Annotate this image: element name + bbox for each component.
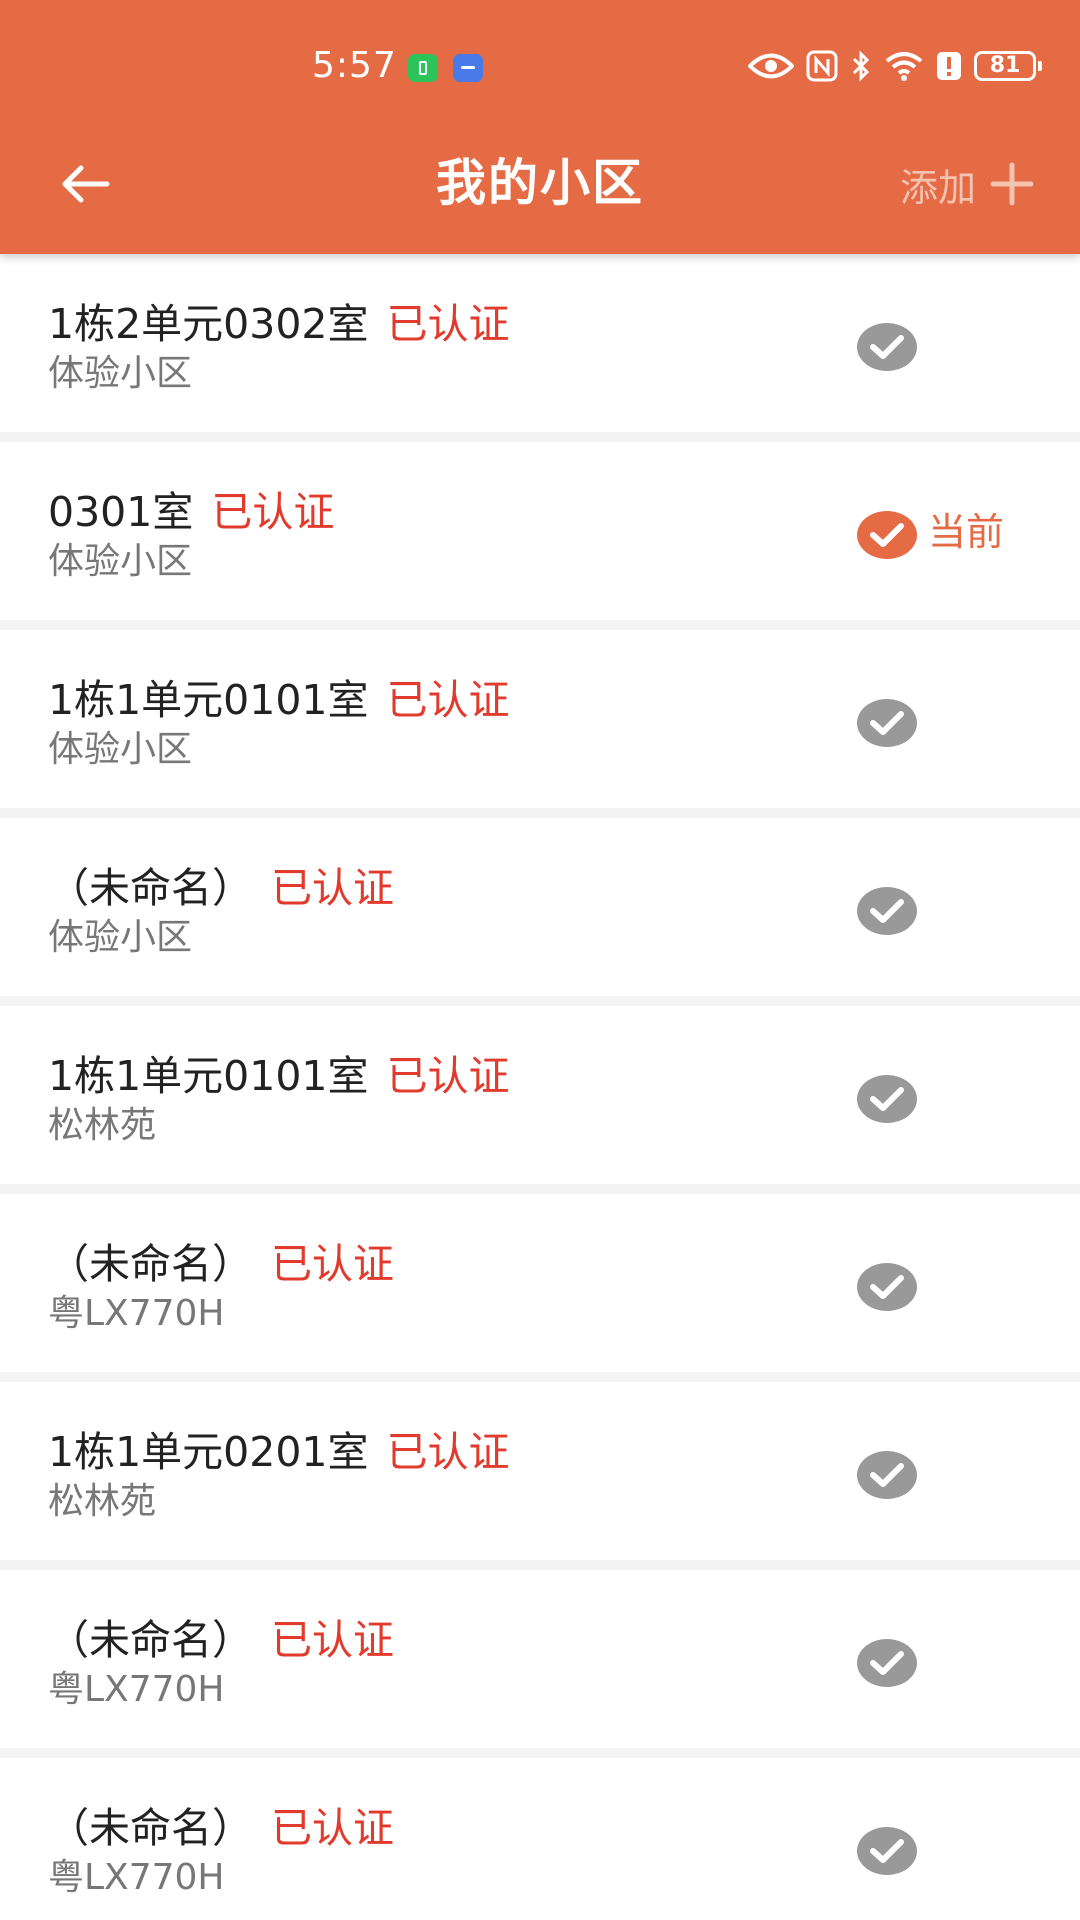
select-check-button[interactable] [857,1451,917,1499]
list-item[interactable]: （未命名） 已认证 粤LX770H [0,1194,1080,1372]
item-title: 0301室 [48,488,194,536]
item-title: （未命名） [48,1240,253,1288]
select-check-button[interactable] [857,1075,917,1123]
check-circle-icon [857,887,917,935]
select-check-button[interactable] [857,323,917,371]
status-icons: 81 [748,46,1042,86]
check-circle-icon [857,1639,917,1687]
check-circle-icon [857,699,917,747]
item-subtitle: 松林苑 [48,1105,157,1146]
item-status-badge: 已认证 [211,488,335,536]
battery-icon: 81 [974,51,1042,81]
item-status-badge: 已认证 [271,864,394,912]
check-circle-icon [857,1263,917,1311]
item-status-badge: 已认证 [271,1616,394,1664]
list-item[interactable]: 1栋2单元0302室 已认证 体验小区 [0,254,1080,432]
item-subtitle: 体验小区 [48,353,193,394]
usb-icon [453,54,483,82]
add-button[interactable]: 添加 [900,152,1034,216]
item-title: 1栋1单元0201室 [48,1428,369,1476]
item-title: （未命名） [48,864,253,912]
item-subtitle: 粤LX770H [48,1293,225,1334]
item-subtitle: 粤LX770H [48,1669,225,1710]
select-check-button[interactable] [857,887,917,935]
battery-saver-icon [408,54,438,82]
community-list: 1栋2单元0302室 已认证 体验小区 0301室 已认证 体验小区 当前 1栋1单… [0,254,1080,1920]
list-item[interactable]: （未命名） 已认证 粤LX770H [0,1758,1080,1920]
item-title-line: 1栋2单元0302室 已认证 [48,298,510,350]
item-title: 1栋1单元0101室 [48,676,369,724]
eye-icon [748,53,794,79]
list-item[interactable]: （未命名） 已认证 粤LX770H [0,1570,1080,1748]
list-item[interactable]: 1栋1单元0201室 已认证 松林苑 [0,1382,1080,1560]
item-title: 1栋1单元0101室 [48,1052,369,1100]
item-subtitle: 粤LX770H [48,1857,225,1898]
check-circle-icon [857,511,917,559]
item-title-line: （未命名） 已认证 [48,1802,394,1854]
item-subtitle: 体验小区 [48,917,193,958]
item-title-line: （未命名） 已认证 [48,1238,394,1290]
check-circle-icon [857,1075,917,1123]
add-label: 添加 [899,165,976,210]
item-status-badge: 已认证 [386,676,510,724]
item-title-line: （未命名） 已认证 [48,1614,394,1666]
select-check-button[interactable] [857,1827,917,1875]
item-title-line: （未命名） 已认证 [48,862,394,914]
check-circle-icon [857,1827,917,1875]
item-title-line: 1栋1单元0201室 已认证 [48,1426,510,1478]
nfc-icon [806,50,838,82]
app-screen: 5:57 81 我的小区 添加 1栋2单元0302室 已认证 体验小区 0301… [0,0,1080,1920]
item-title: （未命名） [48,1804,253,1852]
header-bar: 5:57 81 我的小区 添加 [0,0,1080,254]
item-subtitle: 松林苑 [48,1481,157,1522]
select-check-button[interactable] [857,1639,917,1687]
item-status-badge: 已认证 [271,1804,394,1852]
item-status-badge: 已认证 [271,1240,394,1288]
check-circle-icon [857,1451,917,1499]
item-title: （未命名） [48,1616,253,1664]
select-check-button[interactable] [857,1263,917,1311]
list-item[interactable]: 1栋1单元0101室 已认证 松林苑 [0,1006,1080,1184]
plus-icon [990,162,1034,206]
check-circle-icon [857,323,917,371]
item-status-badge: 已认证 [386,1052,510,1100]
select-check-button[interactable] [857,511,917,559]
item-subtitle: 体验小区 [48,541,193,582]
current-label: 当前 [928,510,1005,554]
arrow-left-icon [62,165,110,203]
item-subtitle: 体验小区 [48,729,193,770]
item-title-line: 0301室 已认证 [48,486,334,538]
item-title-line: 1栋1单元0101室 已认证 [48,674,510,726]
list-item[interactable]: 0301室 已认证 体验小区 当前 [0,442,1080,620]
status-time: 5:57 [312,45,397,86]
list-item[interactable]: （未命名） 已认证 体验小区 [0,818,1080,996]
item-title-line: 1栋1单元0101室 已认证 [48,1050,510,1102]
wifi-icon [885,52,923,81]
item-status-badge: 已认证 [386,300,510,348]
alert-icon [937,52,961,80]
bluetooth-icon [852,50,870,82]
back-button[interactable] [50,152,120,216]
list-item[interactable]: 1栋1单元0101室 已认证 体验小区 [0,630,1080,808]
item-status-badge: 已认证 [386,1428,510,1476]
item-title: 1栋2单元0302室 [48,300,369,348]
select-check-button[interactable] [857,699,917,747]
